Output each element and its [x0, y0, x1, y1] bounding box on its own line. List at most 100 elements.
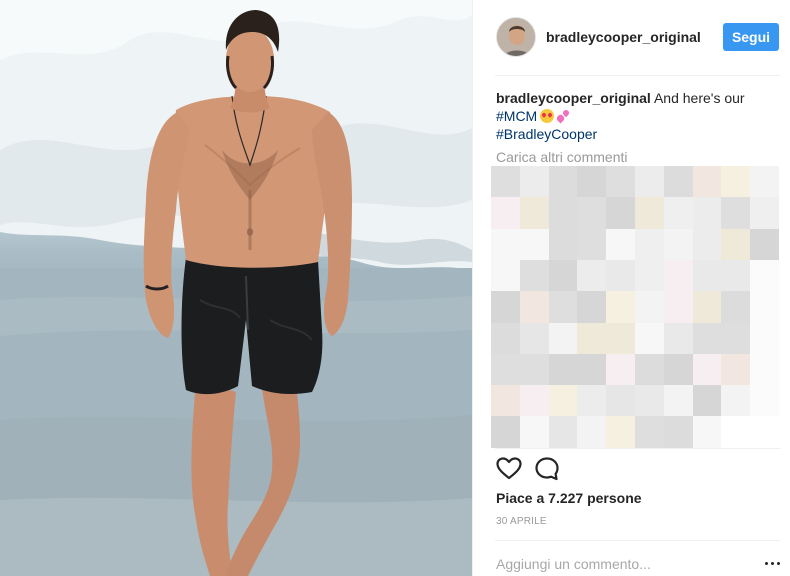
blur-tile	[519, 416, 550, 449]
blur-tile	[548, 197, 578, 230]
likes-count[interactable]: Piace a 7.227 persone	[496, 490, 642, 506]
heart-eyes-emoji-icon	[540, 109, 555, 123]
blur-tile	[635, 416, 665, 449]
blur-tile	[721, 353, 751, 386]
blur-tile	[491, 353, 521, 386]
caption-text: And here's our	[653, 90, 745, 106]
blur-tile	[750, 228, 780, 261]
caption-username[interactable]: bradleycooper_original	[496, 90, 651, 106]
blur-tile	[750, 385, 780, 417]
more-options-icon[interactable]	[763, 556, 781, 570]
blur-tile	[519, 197, 550, 230]
blur-tile	[606, 228, 636, 261]
blur-tile	[548, 416, 578, 449]
blur-tile	[663, 416, 694, 449]
blur-tile	[577, 166, 607, 198]
blur-tile	[721, 197, 751, 230]
blur-tile	[606, 322, 636, 355]
heart-icon[interactable]	[495, 455, 523, 483]
blur-tile	[606, 197, 636, 230]
post-header: bradleycooper_original Segui	[473, 0, 790, 75]
pixelated-comments	[491, 166, 780, 449]
blur-tile	[606, 166, 636, 198]
blur-tile	[577, 385, 607, 417]
blur-tile	[721, 259, 751, 292]
blur-tile	[519, 166, 550, 198]
blur-tile	[692, 353, 722, 386]
blur-tile	[548, 228, 578, 261]
blur-tile	[491, 197, 521, 230]
post-date: 30 APRILE	[496, 516, 547, 527]
add-comment-input[interactable]	[496, 556, 746, 572]
post-side-panel: bradleycooper_original Segui bradleycoop…	[472, 0, 790, 576]
blur-tile	[577, 353, 607, 386]
blur-tile	[635, 291, 665, 323]
blur-tile	[750, 291, 780, 323]
blur-tile	[750, 416, 780, 449]
blur-tile	[577, 197, 607, 230]
blur-tile	[635, 197, 665, 230]
blur-tile	[519, 385, 550, 417]
blur-tile	[635, 259, 665, 292]
blur-tile	[750, 353, 780, 386]
blur-tile	[721, 228, 751, 261]
blur-tile	[491, 291, 521, 323]
blur-tile	[548, 291, 578, 323]
avatar-image	[497, 18, 535, 56]
blur-tile	[663, 385, 694, 417]
blur-tile	[635, 322, 665, 355]
blur-tile	[635, 228, 665, 261]
blur-tile	[721, 385, 751, 417]
blur-tile	[663, 291, 694, 323]
blur-tile	[692, 228, 722, 261]
blur-tile	[491, 385, 521, 417]
blur-tile	[692, 197, 722, 230]
blur-tile	[548, 385, 578, 417]
blur-tile	[663, 166, 694, 198]
two-hearts-emoji-icon	[556, 109, 570, 123]
blur-tile	[491, 228, 521, 261]
blur-tile	[548, 166, 578, 198]
username-link[interactable]: bradleycooper_original	[546, 29, 701, 45]
blur-tile	[721, 291, 751, 323]
blur-tile	[606, 291, 636, 323]
blur-tile	[491, 322, 521, 355]
load-more-comments-link[interactable]: Carica altri commenti	[496, 149, 627, 165]
blur-tile	[577, 228, 607, 261]
post-caption: bradleycooper_original And here's our #M…	[496, 89, 786, 143]
blur-tile	[692, 291, 722, 323]
blur-tile	[635, 166, 665, 198]
hashtag-bradleycooper[interactable]: #BradleyCooper	[496, 126, 597, 142]
blur-tile	[750, 197, 780, 230]
blur-tile	[721, 166, 751, 198]
beach-photo-illustration	[0, 0, 472, 576]
blur-tile	[750, 259, 780, 292]
blur-tile	[491, 416, 521, 449]
blur-tile	[692, 166, 722, 198]
blur-tile	[577, 322, 607, 355]
blur-tile	[692, 385, 722, 417]
blur-tile	[577, 416, 607, 449]
blur-tile	[663, 197, 694, 230]
blur-tile	[663, 259, 694, 292]
blur-tile	[606, 416, 636, 449]
comments-divider	[495, 448, 780, 449]
follow-button[interactable]: Segui	[723, 23, 779, 51]
blur-tile	[519, 291, 550, 323]
blur-tile	[519, 353, 550, 386]
post-photo[interactable]	[0, 0, 472, 576]
avatar[interactable]	[496, 17, 536, 57]
blur-tile	[548, 259, 578, 292]
blur-tile	[577, 259, 607, 292]
blur-tile	[606, 259, 636, 292]
blur-tile	[519, 228, 550, 261]
comment-icon[interactable]	[533, 455, 561, 483]
blur-tile	[548, 353, 578, 386]
header-divider	[495, 75, 780, 76]
blur-tile	[750, 322, 780, 355]
blur-tile	[663, 353, 694, 386]
hashtag-mcm[interactable]: #MCM	[496, 108, 537, 124]
footer-divider	[495, 540, 780, 541]
instagram-post: bradleycooper_original Segui bradleycoop…	[0, 0, 790, 576]
blur-tile	[663, 228, 694, 261]
